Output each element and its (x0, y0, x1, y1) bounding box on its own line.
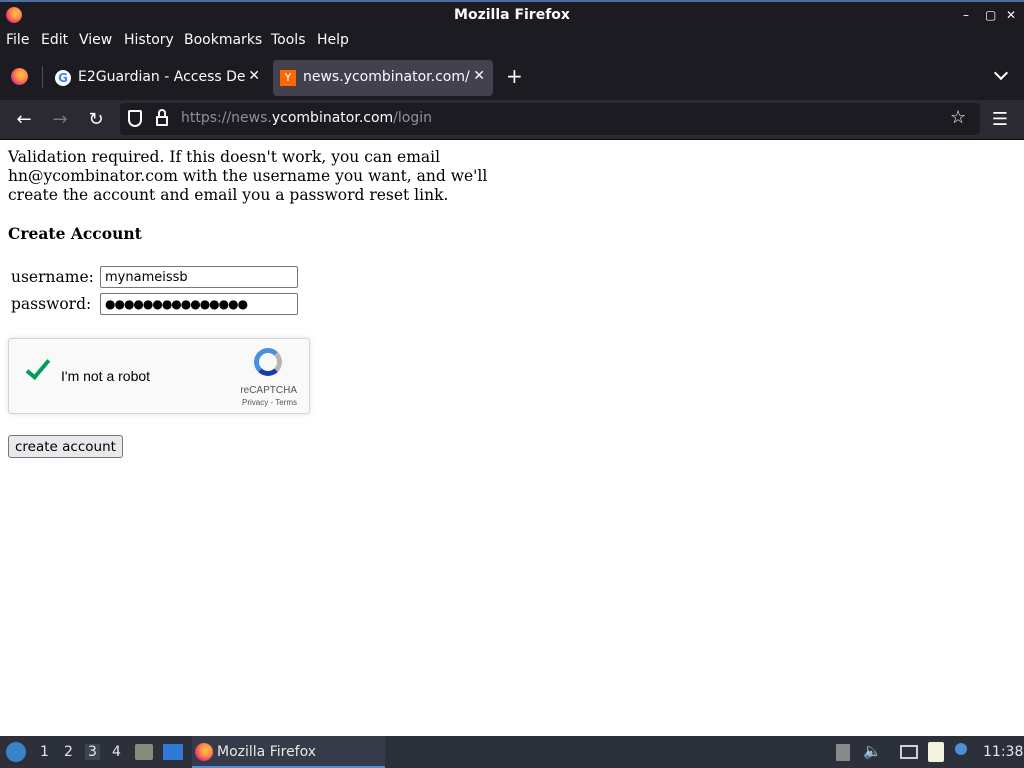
menu-view[interactable]: View (79, 32, 112, 48)
url-prefix: https://news. (181, 110, 272, 126)
validation-message: Validation required. If this doesn't wor… (8, 148, 488, 204)
menu-edit[interactable]: Edit (41, 32, 68, 48)
tab-label: E2Guardian - Access Den (78, 69, 246, 85)
tab-label: news.ycombinator.com/lo (303, 69, 471, 85)
tab-ycombinator[interactable]: Y news.ycombinator.com/lo ✕ (273, 60, 493, 96)
close-window-icon[interactable]: ✕ (1006, 8, 1016, 22)
tab-divider (42, 66, 43, 88)
password-input[interactable]: ●●●●●●●●●●●●●●● (100, 293, 298, 315)
taskbar-window-label: Mozilla Firefox (217, 744, 317, 760)
back-icon[interactable]: ← (12, 108, 36, 132)
show-desktop-icon[interactable] (163, 744, 183, 760)
url-domain: ycombinator.com (271, 110, 394, 126)
bookmark-star-icon[interactable]: ☆ (950, 107, 966, 128)
notes-icon[interactable] (836, 744, 850, 761)
recaptcha-links[interactable]: Privacy - Terms (242, 398, 297, 407)
page-heading: Create Account (8, 224, 142, 243)
taskbar: 1 2 3 4 Mozilla Firefox 🔈 11:38 (0, 736, 1024, 768)
url-path: /login (393, 110, 432, 126)
menu-help[interactable]: Help (317, 32, 349, 48)
close-tab-icon[interactable]: ✕ (473, 68, 485, 84)
navigation-bar: ← → ↻ https://news.ycombinator.com/login… (0, 100, 1024, 140)
forward-icon[interactable]: → (48, 108, 72, 132)
menu-bookmarks[interactable]: Bookmarks (184, 32, 262, 48)
new-tab-icon[interactable]: + (506, 64, 523, 88)
firefox-view-icon[interactable] (11, 68, 28, 85)
notification-icon[interactable] (955, 743, 967, 755)
username-label: username: (11, 268, 94, 286)
workspace-2[interactable]: 2 (64, 744, 73, 760)
recaptcha-label: I'm not a robot (61, 368, 151, 384)
menu-tools[interactable]: Tools (271, 32, 306, 48)
workspace-3[interactable]: 3 (85, 744, 100, 760)
url-bar[interactable]: https://news.ycombinator.com/login ☆ (120, 103, 980, 135)
url-text[interactable]: https://news.ycombinator.com/login (181, 110, 432, 126)
list-all-tabs-icon[interactable] (993, 65, 1009, 81)
app-menu-icon[interactable]: ☰ (988, 108, 1012, 132)
taskbar-window-firefox[interactable]: Mozilla Firefox (192, 736, 385, 768)
workspace-4[interactable]: 4 (112, 744, 121, 760)
recaptcha-brand: reCAPTCHA (240, 385, 297, 396)
ycombinator-icon: Y (280, 70, 296, 86)
recaptcha-logo-icon (254, 348, 282, 376)
page-content: Validation required. If this doesn't wor… (0, 140, 1024, 736)
menu-bar: File Edit View History Bookmarks Tools H… (0, 29, 1024, 54)
taskbar-clock: 11:38 (983, 744, 1024, 760)
start-menu-icon[interactable] (6, 742, 26, 762)
window-titlebar: Mozilla Firefox – ▢ ✕ (0, 0, 1024, 29)
maximize-icon[interactable]: ▢ (985, 8, 996, 22)
tab-strip: G E2Guardian - Access Den ✕ Y news.ycomb… (0, 54, 1024, 100)
volume-icon[interactable]: 🔈 (863, 742, 882, 760)
menu-history[interactable]: History (124, 32, 174, 48)
username-input[interactable] (100, 266, 298, 288)
clipboard-icon[interactable] (928, 742, 944, 762)
google-icon: G (55, 70, 71, 86)
recaptcha-widget: I'm not a robot reCAPTCHA Privacy - Term… (8, 338, 310, 414)
menu-file[interactable]: File (6, 32, 29, 48)
password-label: password: (11, 295, 92, 313)
network-icon[interactable] (900, 745, 918, 759)
tab-e2guardian[interactable]: G E2Guardian - Access Den ✕ (48, 60, 268, 96)
password-mask: ●●●●●●●●●●●●●●● (105, 297, 248, 311)
minimize-icon[interactable]: – (963, 8, 969, 22)
lock-shackle-icon (158, 109, 166, 117)
tracking-protection-icon[interactable] (128, 110, 142, 127)
lock-icon[interactable] (156, 116, 168, 126)
workspace-1[interactable]: 1 (40, 744, 49, 760)
firefox-icon (195, 743, 213, 761)
create-account-button[interactable]: create account (8, 435, 123, 458)
file-manager-icon[interactable] (135, 744, 153, 760)
reload-icon[interactable]: ↻ (84, 108, 108, 132)
window-title: Mozilla Firefox (454, 7, 570, 23)
close-tab-icon[interactable]: ✕ (248, 68, 260, 84)
